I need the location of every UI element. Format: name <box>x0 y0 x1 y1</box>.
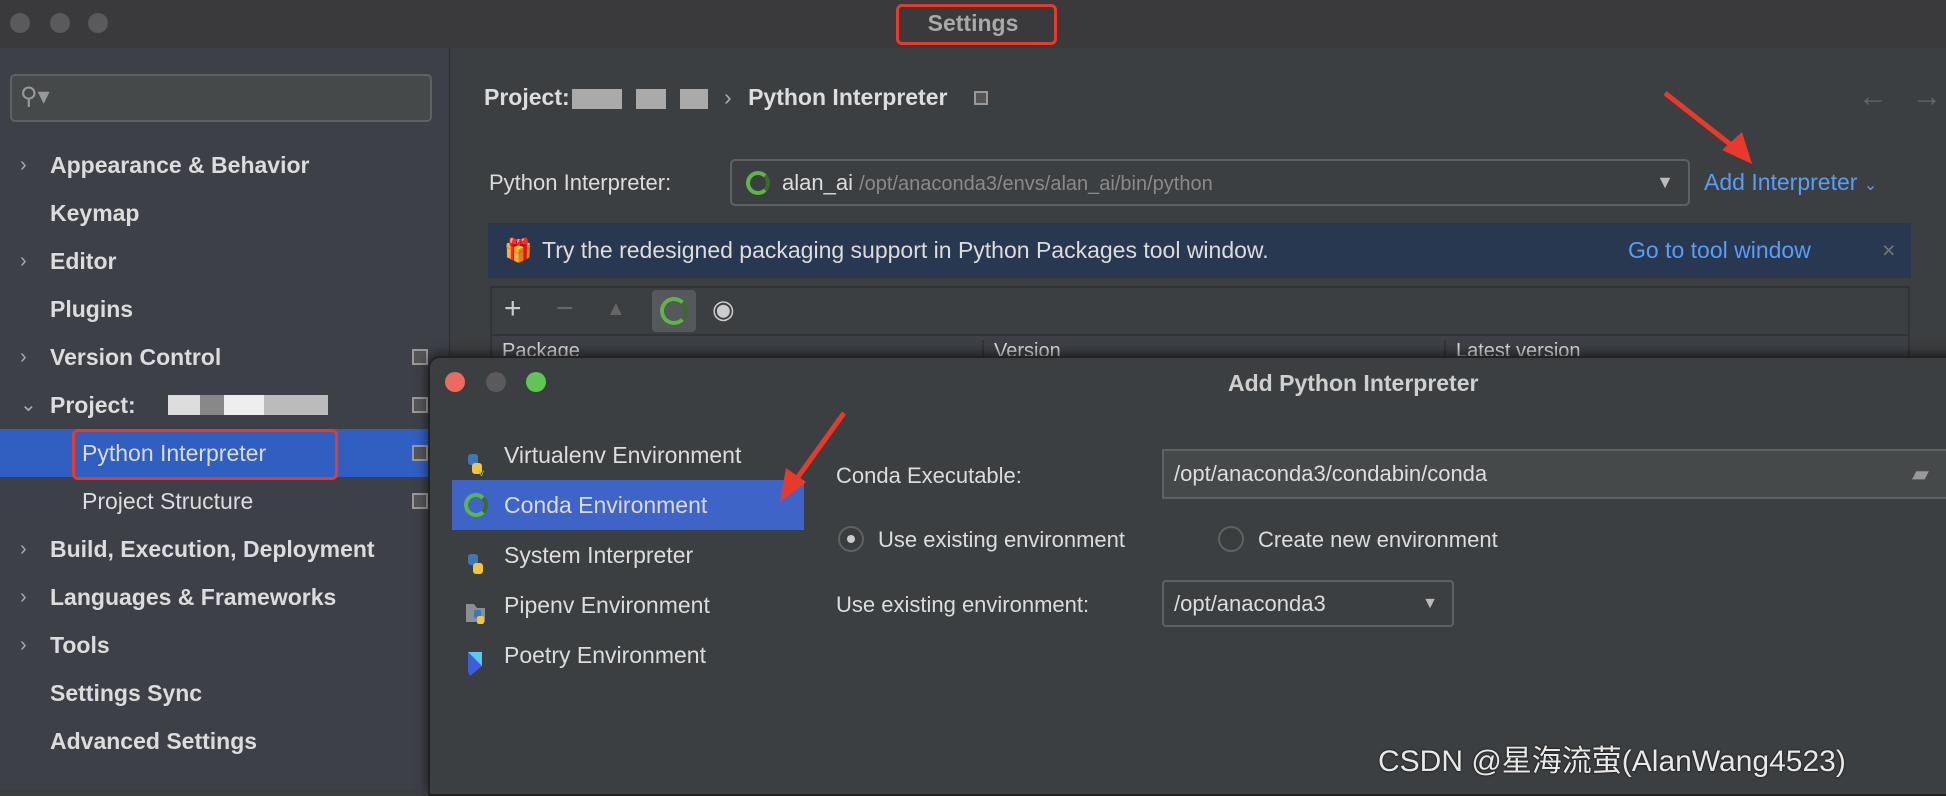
watermark: CSDN @星海流萤(AlanWang4523) <box>1378 745 1846 778</box>
annotation-arrow <box>1663 91 1752 164</box>
annotation-arrows <box>780 91 1752 502</box>
annotation-arrow <box>780 411 847 502</box>
